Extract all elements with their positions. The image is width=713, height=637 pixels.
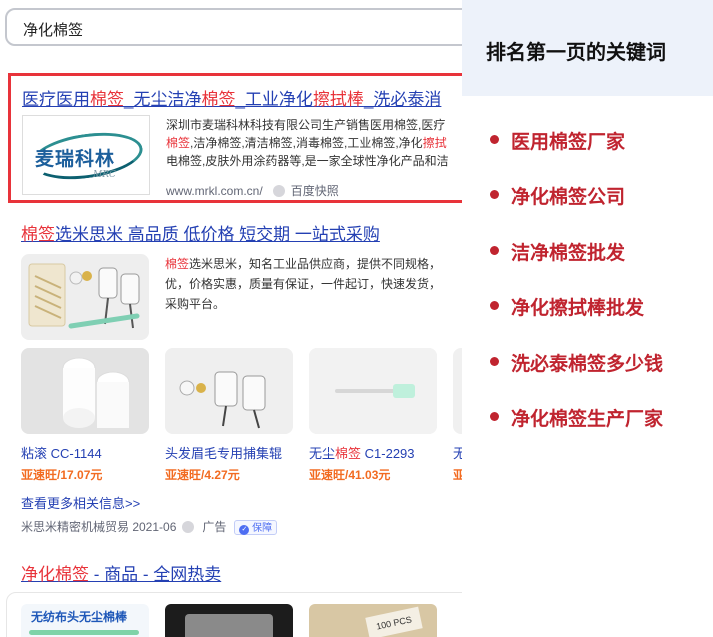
ad-label: 广告 [202, 520, 227, 534]
desc-keyword: 棉签 [166, 136, 191, 150]
ad-source: 米思米精密机械贸易 2021-06 [21, 520, 177, 534]
panel-title: 排名第一页的关键词 [486, 42, 666, 64]
keyword-label: 洁净棉签批发 [511, 243, 626, 264]
shopping-title-link[interactable]: 净化棉签 - 商品 - 全网热卖 [21, 560, 221, 585]
keyword-item: 医用棉签厂家 [490, 127, 625, 154]
snapshot-link[interactable]: 百度快照 [291, 184, 339, 198]
title-keyword: 净化棉签 [21, 565, 89, 584]
desc-line: 采购平台。 [165, 297, 226, 311]
product-name[interactable]: 无尘棉签 C1-2293 [309, 443, 415, 462]
title-part: _洗必泰消 [363, 90, 442, 109]
title-text: - 商品 - 全网热卖 [89, 565, 222, 584]
package-label: 100 PCS [365, 606, 423, 637]
shopping-item-image[interactable]: 100 PCS [309, 604, 437, 637]
desc-line: 棉签,洁净棉签,清洁棉签,消毒棉签,工业棉签,净化擦拭 [166, 134, 462, 152]
title-keyword: 棉签 [21, 225, 55, 244]
desc-keyword: 棉签 [165, 257, 190, 271]
keyword-label: 医用棉签厂家 [511, 132, 626, 153]
logo-subtext: MRC [93, 170, 116, 180]
title-text: 选米思米 高品质 低价格 短交期 一站式采购 [55, 225, 380, 244]
desc-line: 优，价格实惠，质量有保证，一件起订，快速发货， [165, 277, 442, 291]
product-name-part: 无尘 [309, 446, 336, 461]
logo-text: 麦瑞科林 [35, 148, 116, 170]
keyword-label: 净化棉签生产厂家 [511, 409, 664, 430]
product-price: 亚 [453, 468, 462, 482]
highlighted-result: 医疗医用棉签_无尘洁净棉签_工业净化擦拭棒_洗必泰消 麦瑞科林 MRC 深圳市麦… [8, 73, 462, 203]
product-card-image[interactable] [309, 348, 437, 434]
product-photo [28, 263, 140, 329]
check-icon: ✓ [239, 525, 250, 535]
keyword-panel: 排名第一页的关键词 医用棉签厂家 净化棉签公司 洁净棉签批发 净化擦拭棒批发 洗… [462, 0, 713, 637]
desc-line: 电棉签,皮肤外用涂药器等,是一家全球性净化产品和洁 [166, 154, 449, 168]
product-card-image[interactable] [453, 348, 462, 434]
title-keyword: 擦拭棒 [312, 90, 364, 109]
bullet-icon [490, 246, 499, 255]
package-graphic [185, 614, 273, 637]
ad-thumbnail[interactable] [21, 254, 149, 340]
panel-header: 排名第一页的关键词 [462, 0, 713, 96]
product-card-image[interactable] [21, 348, 149, 434]
shield-icon [272, 185, 285, 197]
desc-line: 棉签选米思米，知名工业品供应商，提供不同规格， [165, 254, 462, 274]
product-name[interactable]: 无 [453, 443, 462, 462]
product-price: 亚速旺/17.07元 [21, 468, 103, 482]
result-title-link[interactable]: 医疗医用棉签_无尘洁净棉签_工业净化擦拭棒_洗必泰消 [22, 85, 441, 110]
desc-keyword: 擦拭 [422, 136, 447, 150]
title-part: _工业净化 [235, 90, 313, 109]
keyword-item: 洁净棉签批发 [490, 238, 625, 265]
desc-text: 选米思米，知名工业品供应商，提供不同规格， [189, 257, 442, 271]
product-photo [165, 348, 293, 434]
shopping-item-image[interactable] [165, 604, 293, 637]
shield-icon [182, 521, 195, 533]
result-description: 深圳市麦瑞科林科技有限公司生产销售医用棉签,医疗 棉签,洁净棉签,清洁棉签,消毒… [166, 116, 462, 170]
ad-description: 棉签选米思米，知名工业品供应商，提供不同规格， 优，价格实惠，质量有保证，一件起… [165, 254, 462, 314]
keyword-item: 洗必泰棉签多少钱 [490, 349, 663, 376]
desc-text: ,洁净棉签,清洁棉签,消毒棉签,工业棉签,净化 [190, 136, 423, 150]
ad-source-line: 米思米精密机械贸易 2021-06 广告 ✓ 保障 [21, 518, 278, 535]
swab-graphic [29, 630, 139, 635]
company-logo[interactable]: 麦瑞科林 MRC [22, 115, 150, 195]
bullet-icon [490, 412, 499, 421]
bullet-icon [490, 357, 499, 366]
product-name-keyword: 棉签 [335, 446, 362, 461]
desc-line: 深圳市麦瑞科林科技有限公司生产销售医用棉签,医疗 [166, 118, 446, 132]
badge-label: 保障 [252, 523, 273, 534]
title-keyword: 棉签 [90, 90, 124, 109]
product-name[interactable]: 粘滚 CC-1144 [21, 443, 102, 462]
title-part: 医疗医用 [22, 90, 90, 109]
bullet-icon [490, 135, 499, 144]
search-input[interactable]: 净化棉签 [5, 8, 462, 46]
result-url[interactable]: www.mrkl.com.cn/ [166, 184, 263, 198]
product-price: 亚速旺/4.27元 [165, 468, 240, 482]
keyword-label: 净化擦拭棒批发 [511, 298, 645, 319]
product-name[interactable]: 头发眉毛专用捕集辊 [165, 443, 282, 462]
result-url-line: www.mrkl.com.cn/百度快照 [166, 182, 339, 199]
more-info-link[interactable]: 查看更多相关信息>> [21, 493, 140, 512]
keyword-label: 洗必泰棉签多少钱 [511, 354, 664, 375]
bullet-icon [490, 190, 499, 199]
product-photo [21, 348, 149, 434]
shopping-item-label: 无纺布头无尘棉棒 [31, 610, 128, 624]
product-price: 亚速旺/41.03元 [309, 468, 391, 482]
keyword-label: 净化棉签公司 [511, 187, 626, 208]
search-results-column: 净化棉签 医疗医用棉签_无尘洁净棉签_工业净化擦拭棒_洗必泰消 麦瑞科林 MRC… [0, 0, 462, 637]
keyword-item: 净化棉签公司 [490, 182, 625, 209]
keyword-item: 净化擦拭棒批发 [490, 293, 644, 320]
product-name-part: C1-2293 [361, 446, 415, 461]
ad-title-link[interactable]: 棉签选米思米 高品质 低价格 短交期 一站式采购 [21, 220, 380, 245]
guarantee-badge[interactable]: ✓ 保障 [234, 520, 278, 535]
product-photo [309, 348, 437, 434]
bullet-icon [490, 301, 499, 310]
title-keyword: 棉签 [201, 90, 236, 109]
keyword-item: 净化棉签生产厂家 [490, 404, 663, 431]
search-query: 净化棉签 [23, 22, 84, 39]
product-card-image[interactable] [165, 348, 293, 434]
title-part: _无尘洁净 [124, 90, 202, 109]
screenshot: 净化棉签 医疗医用棉签_无尘洁净棉签_工业净化擦拭棒_洗必泰消 麦瑞科林 MRC… [0, 0, 713, 637]
shopping-item-image[interactable]: 无纺布头无尘棉棒 [21, 604, 149, 637]
